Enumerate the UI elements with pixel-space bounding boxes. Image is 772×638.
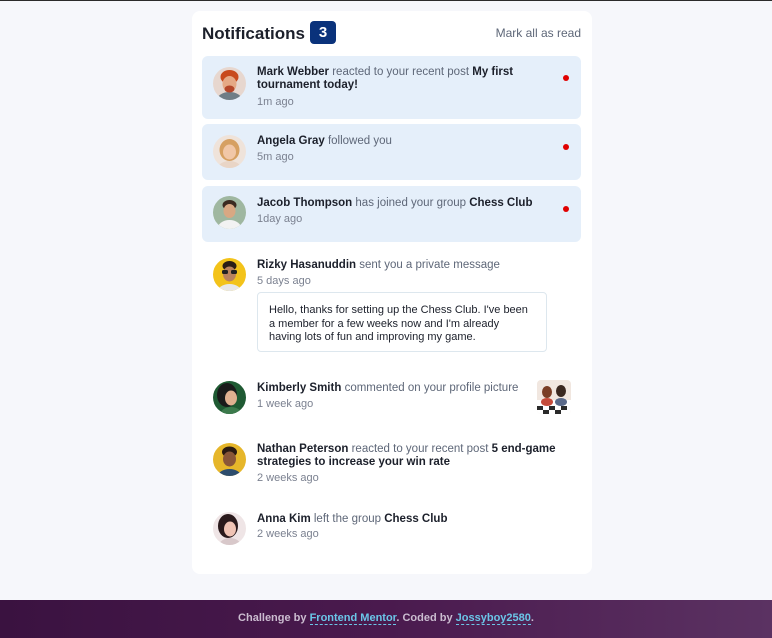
- private-message[interactable]: Hello, thanks for setting up the Chess C…: [257, 292, 547, 352]
- notification-text: Angela Gray followed you: [257, 135, 557, 148]
- avatar[interactable]: [213, 443, 246, 476]
- notification-text: Nathan Peterson reacted to your recent p…: [257, 443, 557, 469]
- attribution-prefix: Challenge by: [238, 612, 307, 624]
- notification-action: followed you: [327, 135, 392, 147]
- notification-user[interactable]: Anna Kim: [257, 513, 311, 525]
- notification-user[interactable]: Angela Gray: [257, 135, 325, 147]
- notification-action: has joined your group: [355, 197, 467, 209]
- notification-text: Kimberly Smith commented on your profile…: [257, 382, 557, 395]
- page-title: Notifications: [202, 24, 305, 43]
- avatar[interactable]: [213, 258, 246, 291]
- notification-action: sent you a private message: [359, 259, 500, 271]
- notification-action: reacted to your recent post: [351, 443, 489, 455]
- notification-user[interactable]: Jacob Thompson: [257, 197, 352, 209]
- unread-dot: [563, 75, 569, 81]
- attribution-suffix: .: [530, 612, 534, 624]
- notification-target[interactable]: Chess Club: [469, 197, 532, 209]
- notification-time: 1 week ago: [257, 398, 314, 410]
- notification-item[interactable]: Anna Kim left the group Chess Club 2 wee…: [202, 501, 581, 556]
- notification-action: left the group: [313, 513, 382, 525]
- profile-picture-thumbnail[interactable]: [537, 380, 571, 414]
- notification-time: 5m ago: [257, 151, 294, 163]
- notification-user[interactable]: Rizky Hasanuddin: [257, 259, 356, 271]
- notification-target[interactable]: Chess Club: [384, 513, 447, 525]
- notification-text: Rizky Hasanuddin sent you a private mess…: [257, 259, 557, 272]
- notification-text: Jacob Thompson has joined your group Che…: [257, 197, 557, 210]
- avatar[interactable]: [213, 381, 246, 414]
- attribution-text: Challenge by Frontend Mentor. Coded by J…: [0, 612, 772, 625]
- unread-count-badge: 3: [310, 21, 336, 44]
- notification-item[interactable]: Angela Gray followed you 5m ago: [202, 124, 581, 180]
- notification-user[interactable]: Nathan Peterson: [257, 443, 348, 455]
- frontend-mentor-link[interactable]: Frontend Mentor: [309, 612, 397, 625]
- notification-item[interactable]: Kimberly Smith commented on your profile…: [202, 371, 581, 426]
- notification-item[interactable]: Jacob Thompson has joined your group Che…: [202, 186, 581, 242]
- notification-action: reacted to your recent post: [332, 66, 470, 78]
- notification-time: 1day ago: [257, 213, 303, 225]
- top-border: [0, 0, 772, 1]
- unread-dot: [563, 144, 569, 150]
- notification-action: commented on your profile picture: [344, 382, 519, 394]
- author-link[interactable]: Jossyboy2580: [455, 612, 531, 625]
- avatar[interactable]: [213, 67, 246, 100]
- notification-user[interactable]: Mark Webber: [257, 66, 329, 78]
- mark-all-read-button[interactable]: Mark all as read: [496, 26, 581, 40]
- notification-text: Anna Kim left the group Chess Club: [257, 513, 557, 526]
- avatar[interactable]: [213, 135, 246, 168]
- notification-text: Mark Webber reacted to your recent post …: [257, 66, 557, 92]
- notification-time: 5 days ago: [257, 275, 311, 287]
- notification-item[interactable]: Mark Webber reacted to your recent post …: [202, 56, 581, 119]
- notification-item[interactable]: Nathan Peterson reacted to your recent p…: [202, 432, 581, 492]
- notification-user[interactable]: Kimberly Smith: [257, 382, 341, 394]
- notifications-card: Notifications 3 Mark all as read Mark We…: [192, 11, 592, 574]
- attribution-middle: . Coded by: [396, 612, 453, 624]
- attribution-footer: Challenge by Frontend Mentor. Coded by J…: [0, 600, 772, 638]
- notification-time: 1m ago: [257, 96, 294, 108]
- avatar[interactable]: [213, 512, 246, 545]
- notification-time: 2 weeks ago: [257, 472, 319, 484]
- unread-dot: [563, 206, 569, 212]
- notification-time: 2 weeks ago: [257, 528, 319, 540]
- avatar[interactable]: [213, 196, 246, 229]
- notifications-header: Notifications 3 Mark all as read: [202, 21, 581, 47]
